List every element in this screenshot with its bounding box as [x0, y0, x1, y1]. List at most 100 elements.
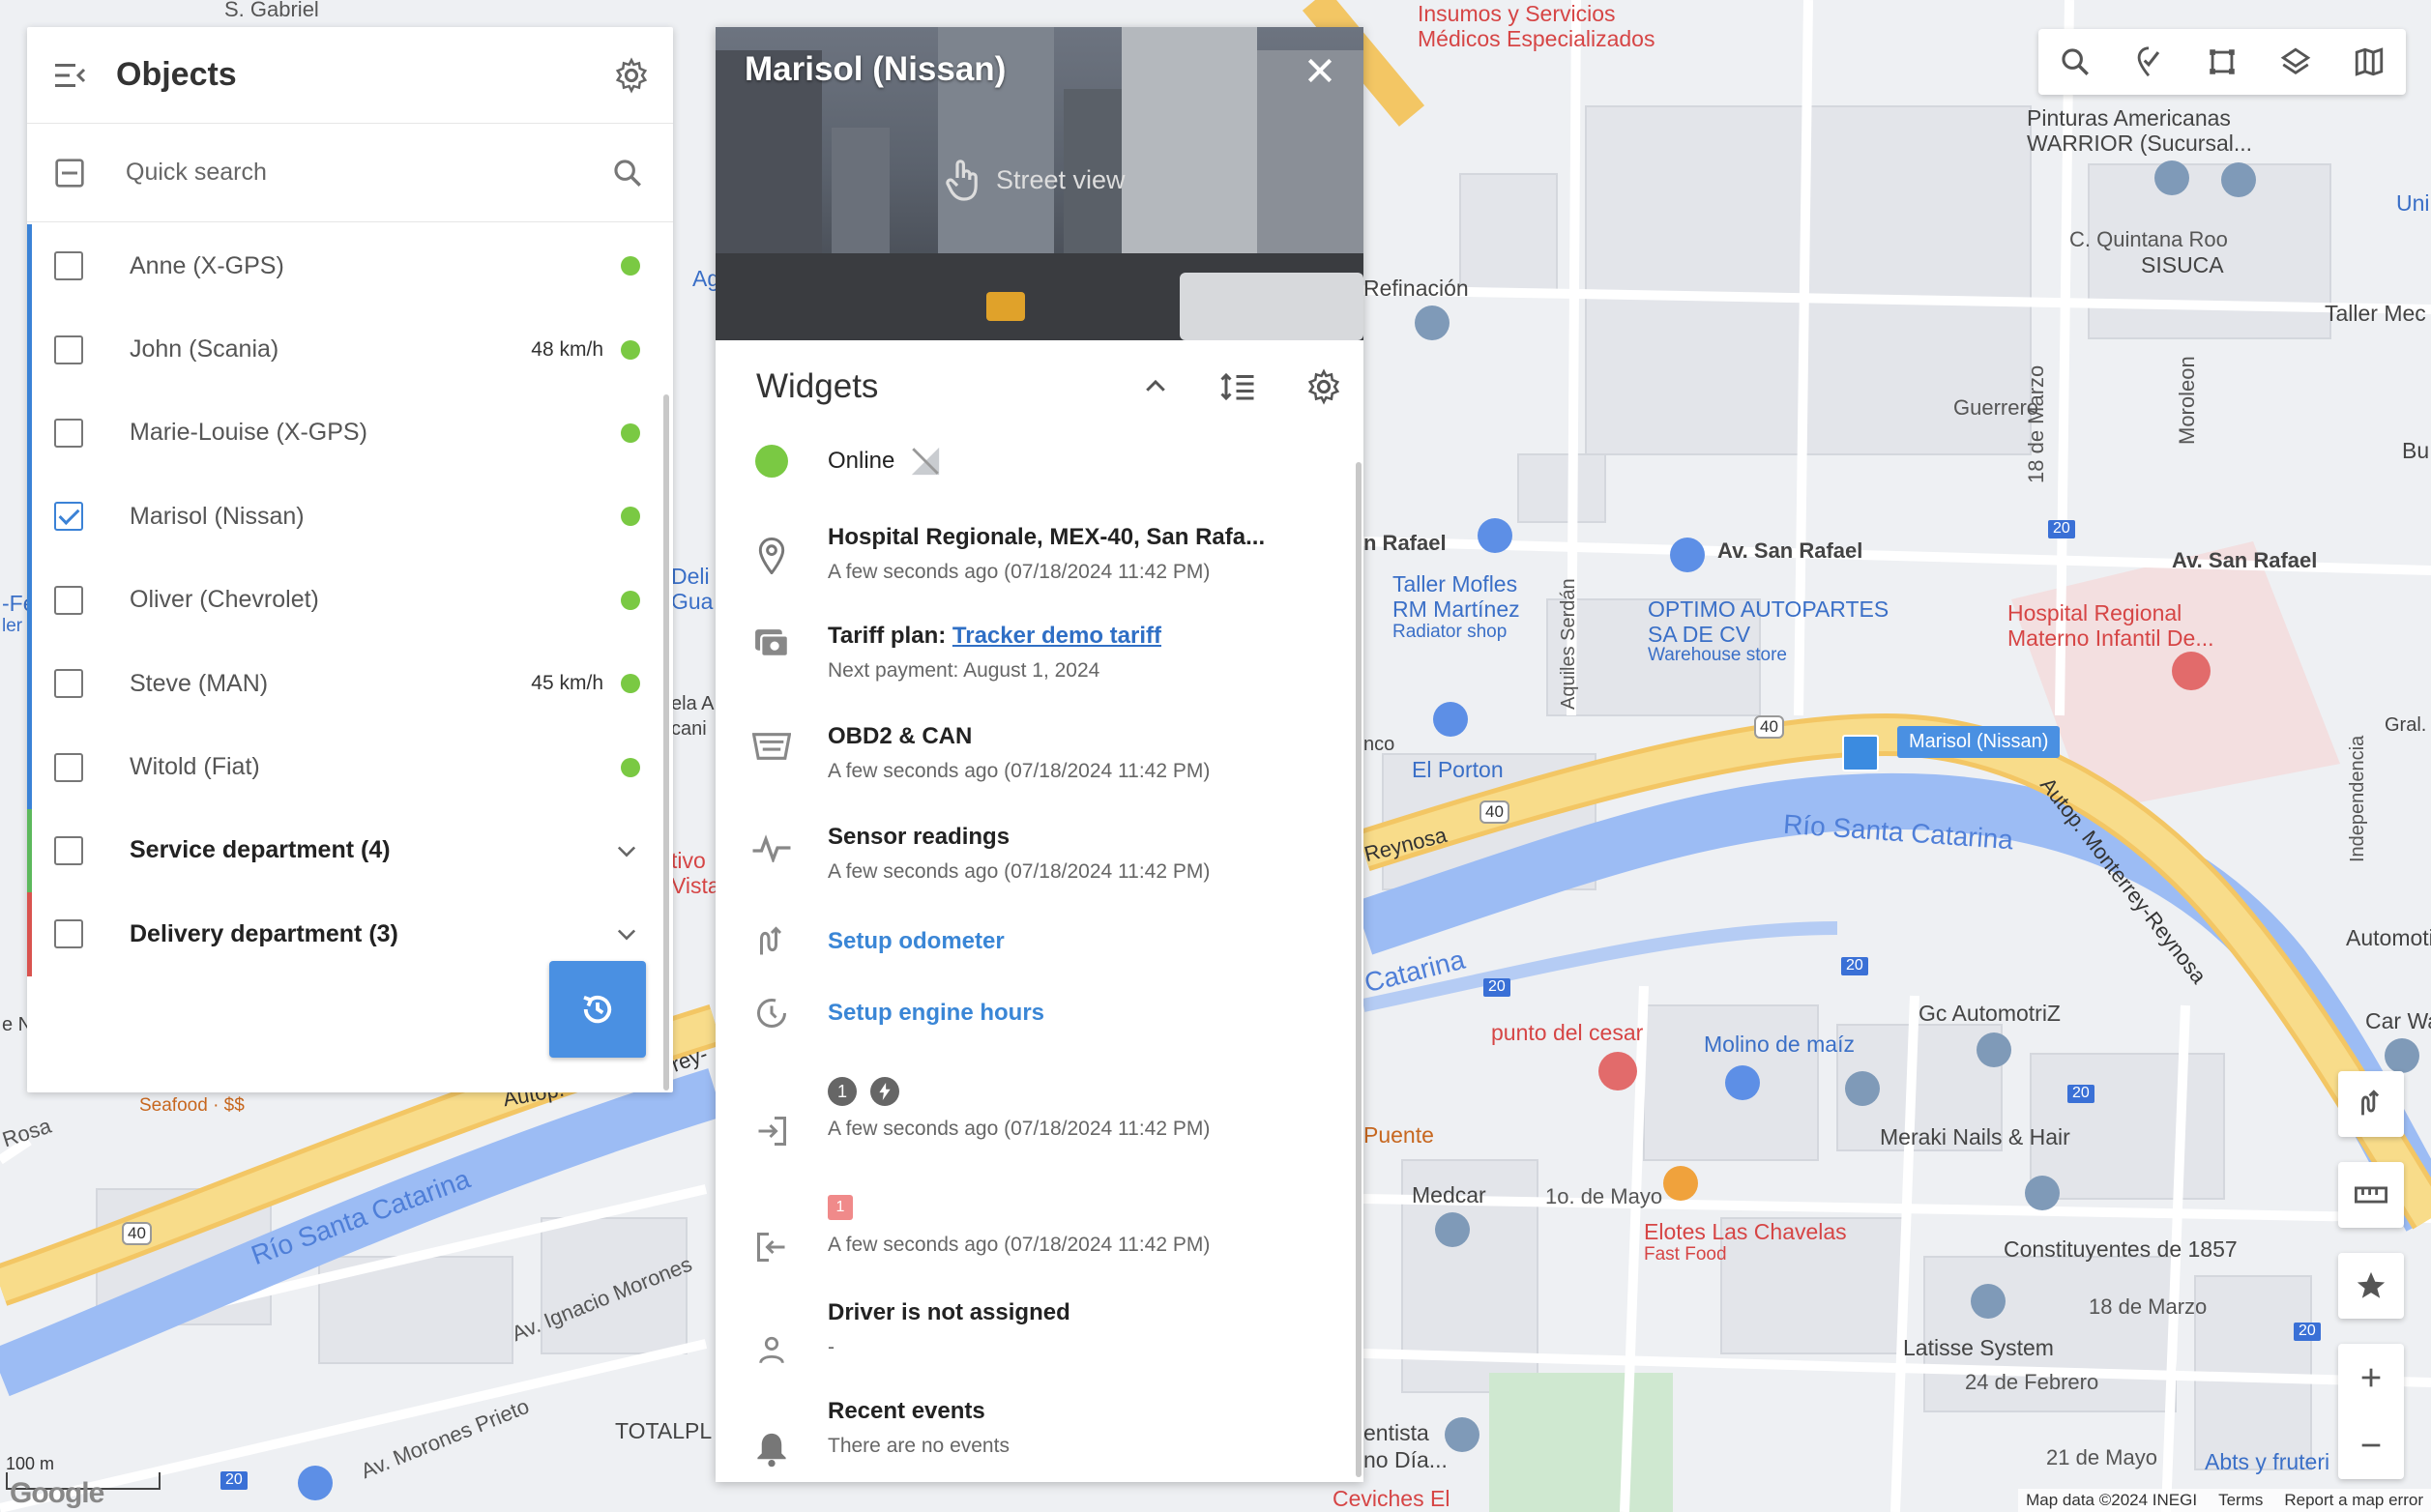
object-checkbox[interactable]: [54, 585, 83, 615]
group-row[interactable]: Service department (4): [27, 808, 673, 893]
map-type-button[interactable]: [2332, 29, 2406, 95]
scrollbar[interactable]: [1356, 462, 1362, 1477]
setup-engine-hours-link[interactable]: Setup engine hours: [828, 1000, 1044, 1027]
select-all-checkbox[interactable]: [54, 158, 85, 189]
object-checkbox[interactable]: [54, 502, 83, 532]
gear-icon[interactable]: [613, 56, 650, 94]
area-select-button[interactable]: [2185, 29, 2259, 95]
object-row[interactable]: Anne (X-GPS): [27, 224, 673, 308]
setup-odometer-link[interactable]: Setup odometer: [828, 928, 1005, 955]
map-search-button[interactable]: [2038, 29, 2112, 95]
map-label: punto del cesar: [1491, 1020, 1644, 1045]
map-label: Refinación: [1363, 276, 1469, 301]
report-error-link[interactable]: Report a map error: [2284, 1491, 2423, 1510]
geofence-icon: [2137, 46, 2160, 77]
map-label: cani: [671, 718, 707, 740]
hand-pointer-icon: [946, 160, 978, 201]
scrollbar[interactable]: [663, 394, 669, 1090]
google-logo: Google: [10, 1477, 104, 1509]
object-checkbox[interactable]: [54, 669, 83, 699]
object-name: John (Scania): [130, 335, 279, 363]
chevron-down-icon[interactable]: [613, 920, 640, 947]
widgets-header: Widgets: [716, 340, 1363, 433]
chevron-up-icon[interactable]: [1141, 372, 1170, 401]
sort-widgets-icon[interactable]: [1218, 369, 1257, 404]
object-checkbox[interactable]: [54, 418, 83, 448]
object-name: Marie-Louise (X-GPS): [130, 419, 367, 447]
ruler-button[interactable]: [2338, 1162, 2404, 1228]
map-label: Médicos Especializados: [1418, 26, 1655, 51]
map-label: Medcar: [1412, 1182, 1486, 1207]
lightning-icon: [879, 1083, 891, 1100]
street-view-label: Street view: [996, 164, 1126, 194]
map-label: Constituyentes de 1857: [2004, 1236, 2238, 1262]
map-label: Latisse System: [1903, 1335, 2054, 1360]
map-label: Materno Infantil De...: [2007, 625, 2214, 651]
map-data-text: Map data ©2024 INEGI: [2026, 1491, 2198, 1509]
object-list: Anne (X-GPS) John (Scania) 48 km/h Marie-Lo…: [27, 224, 673, 976]
map-label: Gua: [671, 589, 714, 614]
search-icon[interactable]: [611, 157, 644, 189]
events-widget[interactable]: Recent events There are no events: [716, 1398, 1334, 1468]
history-button[interactable]: [549, 961, 646, 1058]
favorites-button[interactable]: [2338, 1253, 2404, 1319]
vehicle-marker[interactable]: [1842, 735, 1879, 771]
online-status-dot: [621, 422, 640, 443]
odometer-map-button[interactable]: [2338, 1071, 2404, 1137]
address-text: Hospital Regionale, MEX-40, San Rafa...: [828, 524, 1266, 550]
object-row[interactable]: Marisol (Nissan): [27, 475, 673, 559]
map-label: Taller Mofles: [1392, 571, 1518, 596]
map-label: C. Quintana Roo: [2069, 227, 2228, 251]
map-label: tivo: [671, 848, 706, 873]
object-row[interactable]: Witold (Fiat): [27, 725, 673, 809]
tariff-label: Tariff plan:: [828, 623, 952, 649]
object-checkbox[interactable]: [54, 919, 83, 949]
object-row[interactable]: Marie-Louise (X-GPS): [27, 391, 673, 476]
map-label: Elotes Las Chavelas: [1644, 1219, 1847, 1244]
route-marker: 20: [1841, 957, 1868, 975]
quick-search-input[interactable]: [126, 159, 611, 187]
object-row[interactable]: Oliver (Chevrolet): [27, 558, 673, 642]
location-widget[interactable]: Hospital Regionale, MEX-40, San Rafa... …: [716, 524, 1334, 584]
vehicle-label[interactable]: Marisol (Nissan): [1897, 726, 2061, 758]
driver-widget[interactable]: Driver is not assigned -: [716, 1299, 1334, 1367]
zoom-in-button[interactable]: [2338, 1344, 2404, 1411]
terms-link[interactable]: Terms: [2218, 1491, 2263, 1510]
obd-widget[interactable]: OBD2 & CAN A few seconds ago (07/18/2024…: [716, 723, 1334, 783]
gear-icon[interactable]: [1305, 368, 1342, 405]
object-checkbox[interactable]: [54, 835, 83, 865]
object-checkbox[interactable]: [54, 334, 83, 364]
map-label: Car Wa: [2365, 1008, 2431, 1033]
sensor-widget[interactable]: Sensor readings A few seconds ago (07/18…: [716, 824, 1334, 884]
ruler-icon: [2355, 1186, 2387, 1204]
object-checkbox[interactable]: [54, 752, 83, 782]
map-label: Deli: [671, 564, 710, 589]
map-icon: [2355, 47, 2384, 76]
star-icon: [2357, 1271, 2386, 1298]
object-row[interactable]: Steve (MAN) 45 km/h: [27, 641, 673, 726]
street-view-button[interactable]: Street view: [944, 157, 1126, 203]
map-toolbar: [2038, 29, 2406, 95]
online-status-dot: [621, 507, 640, 527]
object-name: Steve (MAN): [130, 669, 269, 697]
map-label: WARRIOR (Sucursal...: [2027, 131, 2253, 156]
route-marker: 20: [220, 1471, 248, 1490]
outputs-widget[interactable]: 1 A few seconds ago (07/18/2024 11:42 PM…: [716, 1189, 1334, 1265]
address-time: A few seconds ago (07/18/2024 11:42 PM): [828, 561, 1211, 583]
zoom-out-button[interactable]: [2338, 1411, 2404, 1479]
search-icon: [2062, 48, 2089, 75]
input-badge: 1: [828, 1077, 857, 1106]
status-text: Online: [828, 448, 895, 474]
object-checkbox[interactable]: [54, 251, 83, 281]
object-row[interactable]: John (Scania) 48 km/h: [27, 307, 673, 392]
street-view-preview[interactable]: Marisol (Nissan) Street view: [716, 27, 1363, 340]
geofence-button[interactable]: [2112, 29, 2185, 95]
map-label: ler: [2, 616, 23, 636]
inputs-widget[interactable]: 1 A few seconds ago (07/18/2024 11:42 PM…: [716, 1073, 1334, 1149]
collapse-menu-icon[interactable]: [52, 61, 87, 90]
close-button[interactable]: [1298, 48, 1342, 93]
route-icon: [2361, 1090, 2380, 1116]
chevron-down-icon[interactable]: [613, 837, 640, 864]
layers-button[interactable]: [2259, 29, 2332, 95]
tariff-link[interactable]: Tracker demo tariff: [952, 623, 1161, 649]
